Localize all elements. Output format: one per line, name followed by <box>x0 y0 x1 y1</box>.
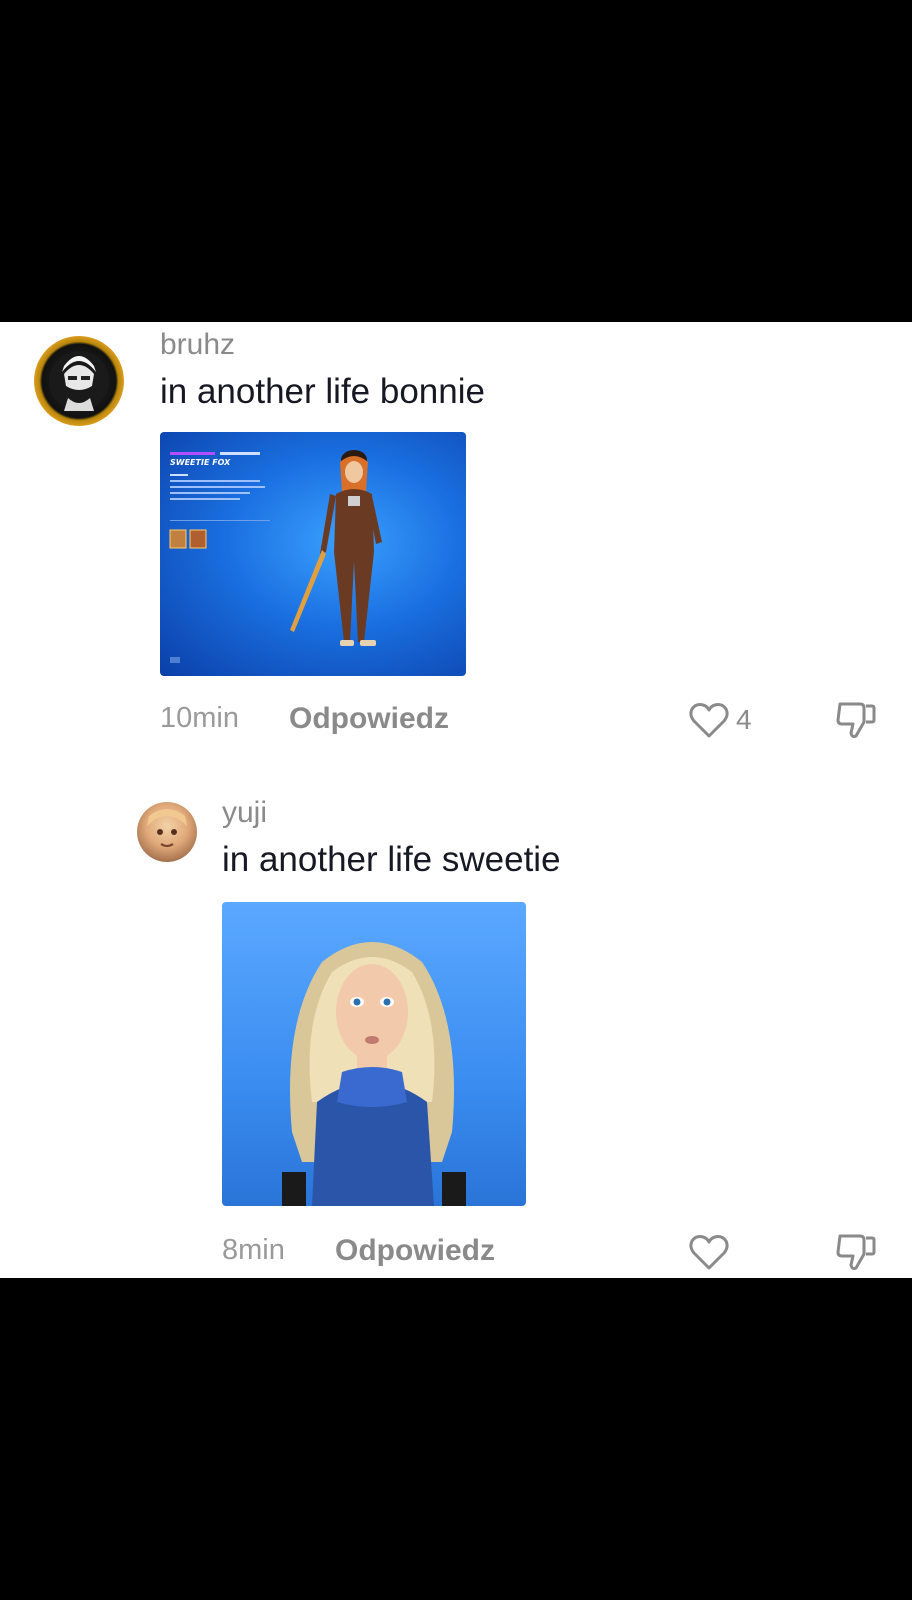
like-button[interactable] <box>688 1232 736 1272</box>
avatar[interactable] <box>34 336 124 426</box>
reply-button[interactable]: Odpowiedz <box>289 702 449 736</box>
comment-username[interactable]: yuji <box>222 796 267 830</box>
thumbs-down-icon <box>836 702 876 739</box>
comment-image[interactable]: SWEETIE FOX <box>160 432 466 676</box>
comment-username[interactable]: bruhz <box>160 328 235 362</box>
thumbs-down-icon <box>836 1234 876 1271</box>
comment-text: in another life sweetie <box>222 840 561 879</box>
dislike-button[interactable] <box>834 1230 876 1279</box>
heart-icon <box>689 703 729 738</box>
dislike-button[interactable] <box>834 698 876 747</box>
comment-image[interactable] <box>222 902 526 1206</box>
reply-button[interactable]: Odpowiedz <box>335 1234 495 1268</box>
anime-character-icon <box>147 809 187 847</box>
game-skin-preview-image <box>169 450 382 663</box>
heart-icon <box>689 1235 729 1270</box>
anime-character-icon <box>49 351 109 411</box>
comment-time: 8min <box>222 1234 285 1266</box>
like-button[interactable]: 4 <box>688 700 752 740</box>
media-title: SWEETIE FOX <box>170 458 231 467</box>
comment-text: in another life bonnie <box>160 372 485 411</box>
portrait-photo-image <box>282 942 466 1206</box>
comment-time: 10min <box>160 702 239 734</box>
comments-panel: bruhz in another life bonnie SWEETIE FOX… <box>0 322 912 1278</box>
like-count: 4 <box>736 704 752 735</box>
avatar[interactable] <box>137 802 197 862</box>
